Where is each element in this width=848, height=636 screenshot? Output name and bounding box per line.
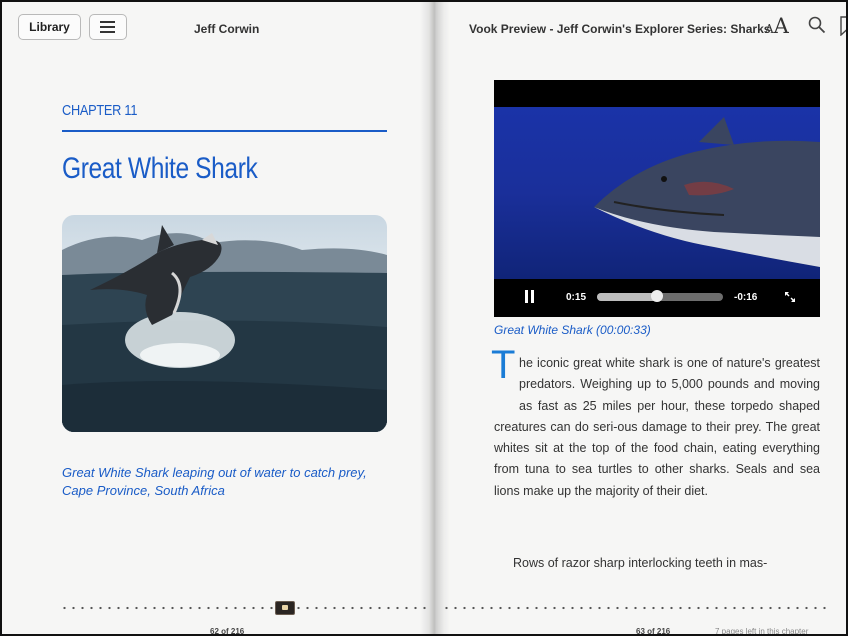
left-page-number: 62 of 216 [210,627,245,636]
chapter-label: CHAPTER 11 [62,102,138,119]
book-spine [420,2,450,634]
library-button[interactable]: Library [18,14,81,40]
drop-cap: T [491,345,515,415]
photo-caption: Great White Shark leaping out of water t… [62,465,367,498]
page-scrubber-thumb[interactable] [275,601,295,615]
bookmark-icon[interactable] [840,16,848,36]
video-progress-fill [597,293,658,301]
video-frame[interactable] [494,107,820,279]
list-icon [100,18,115,36]
fullscreen-icon[interactable] [784,291,796,303]
next-paragraph: Rows of razor sharp interlocking teeth i… [513,556,768,570]
video-player[interactable]: 0:15 -0:16 [494,80,820,317]
page-scrubber-track-left[interactable] [60,606,432,610]
video-controls: 0:15 -0:16 [494,279,820,317]
page-scrubber-track-right[interactable] [442,606,826,610]
body-paragraph: The iconic great white shark is one of n… [491,345,820,502]
shark-video-still [594,117,820,267]
table-of-contents-button[interactable] [89,14,127,40]
font-size-icon[interactable]: AA [765,14,789,38]
elapsed-time: 0:15 [566,292,587,303]
pages-left-in-chapter: 7 pages left in this chapter [715,627,809,636]
pause-icon[interactable] [525,290,535,303]
shark-breach-illustration [62,225,387,432]
search-icon[interactable] [808,16,826,34]
chapter-divider [62,130,387,132]
font-size-small-glyph: A [765,22,774,36]
chapter-title: Great White Shark [62,152,258,185]
remaining-time: -0:16 [734,292,758,303]
drop-cap-letter: T [491,343,516,387]
right-page-number: 63 of 216 [636,627,671,636]
book-author: Jeff Corwin [194,22,260,36]
ibooks-window: Library Jeff Corwin Vook Preview - Jeff … [0,0,848,636]
font-size-big-glyph: A [773,14,789,38]
shark-breach-photo[interactable] [62,215,387,432]
book-title: Vook Preview - Jeff Corwin's Explorer Se… [469,22,771,36]
video-caption: Great White Shark (00:00:33) [494,323,651,337]
paragraph-text: he iconic great white shark is one of na… [494,356,820,498]
